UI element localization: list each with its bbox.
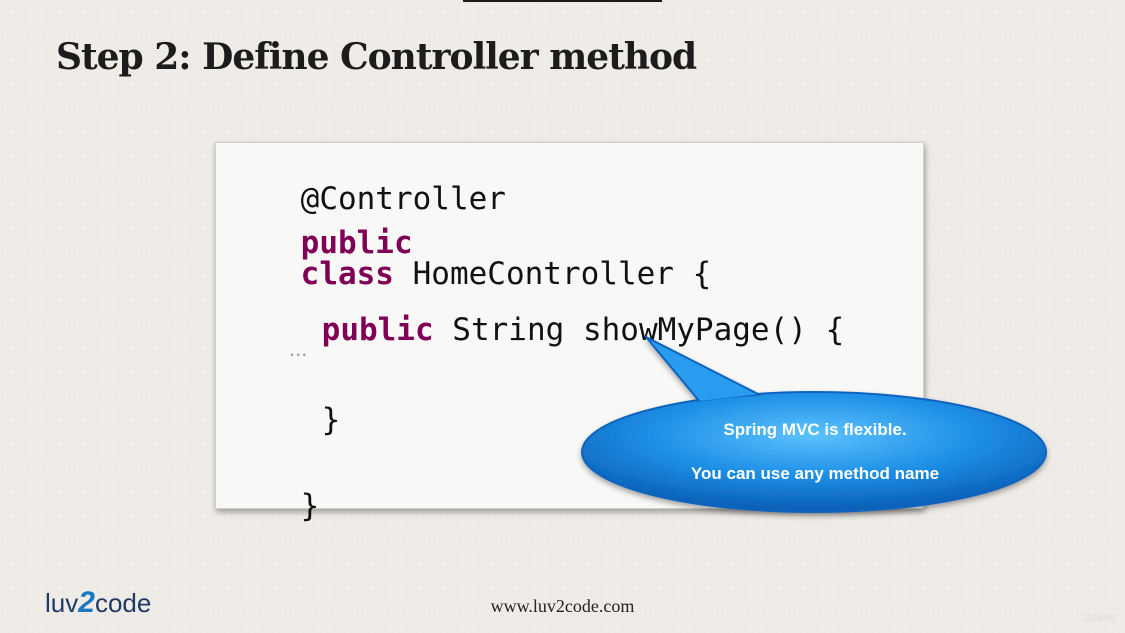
callout-line-2: You can use any method name bbox=[690, 464, 940, 483]
callout-line-1: Spring MVC is flexible. bbox=[723, 420, 907, 439]
udemy-watermark: Udemy bbox=[1082, 612, 1117, 624]
code-line-method-close: } bbox=[247, 374, 341, 467]
method-close-brace: } bbox=[321, 402, 341, 438]
class-close-brace: } bbox=[300, 488, 320, 524]
slide-title: Step 2: Define Controller method bbox=[56, 36, 697, 78]
method-body-ellipsis: ... bbox=[289, 336, 308, 361]
footer-url: www.luv2code.com bbox=[490, 596, 635, 616]
code-line-class-close: } bbox=[226, 460, 320, 553]
top-progress-bar bbox=[463, 0, 662, 2]
code-box: @Controller public class HomeController … bbox=[215, 142, 924, 522]
method-declaration-text: String showMyPage() { bbox=[433, 312, 845, 348]
keyword-public-method: public bbox=[321, 312, 434, 348]
code-line-method-declaration: public String showMyPage() { bbox=[247, 284, 845, 377]
